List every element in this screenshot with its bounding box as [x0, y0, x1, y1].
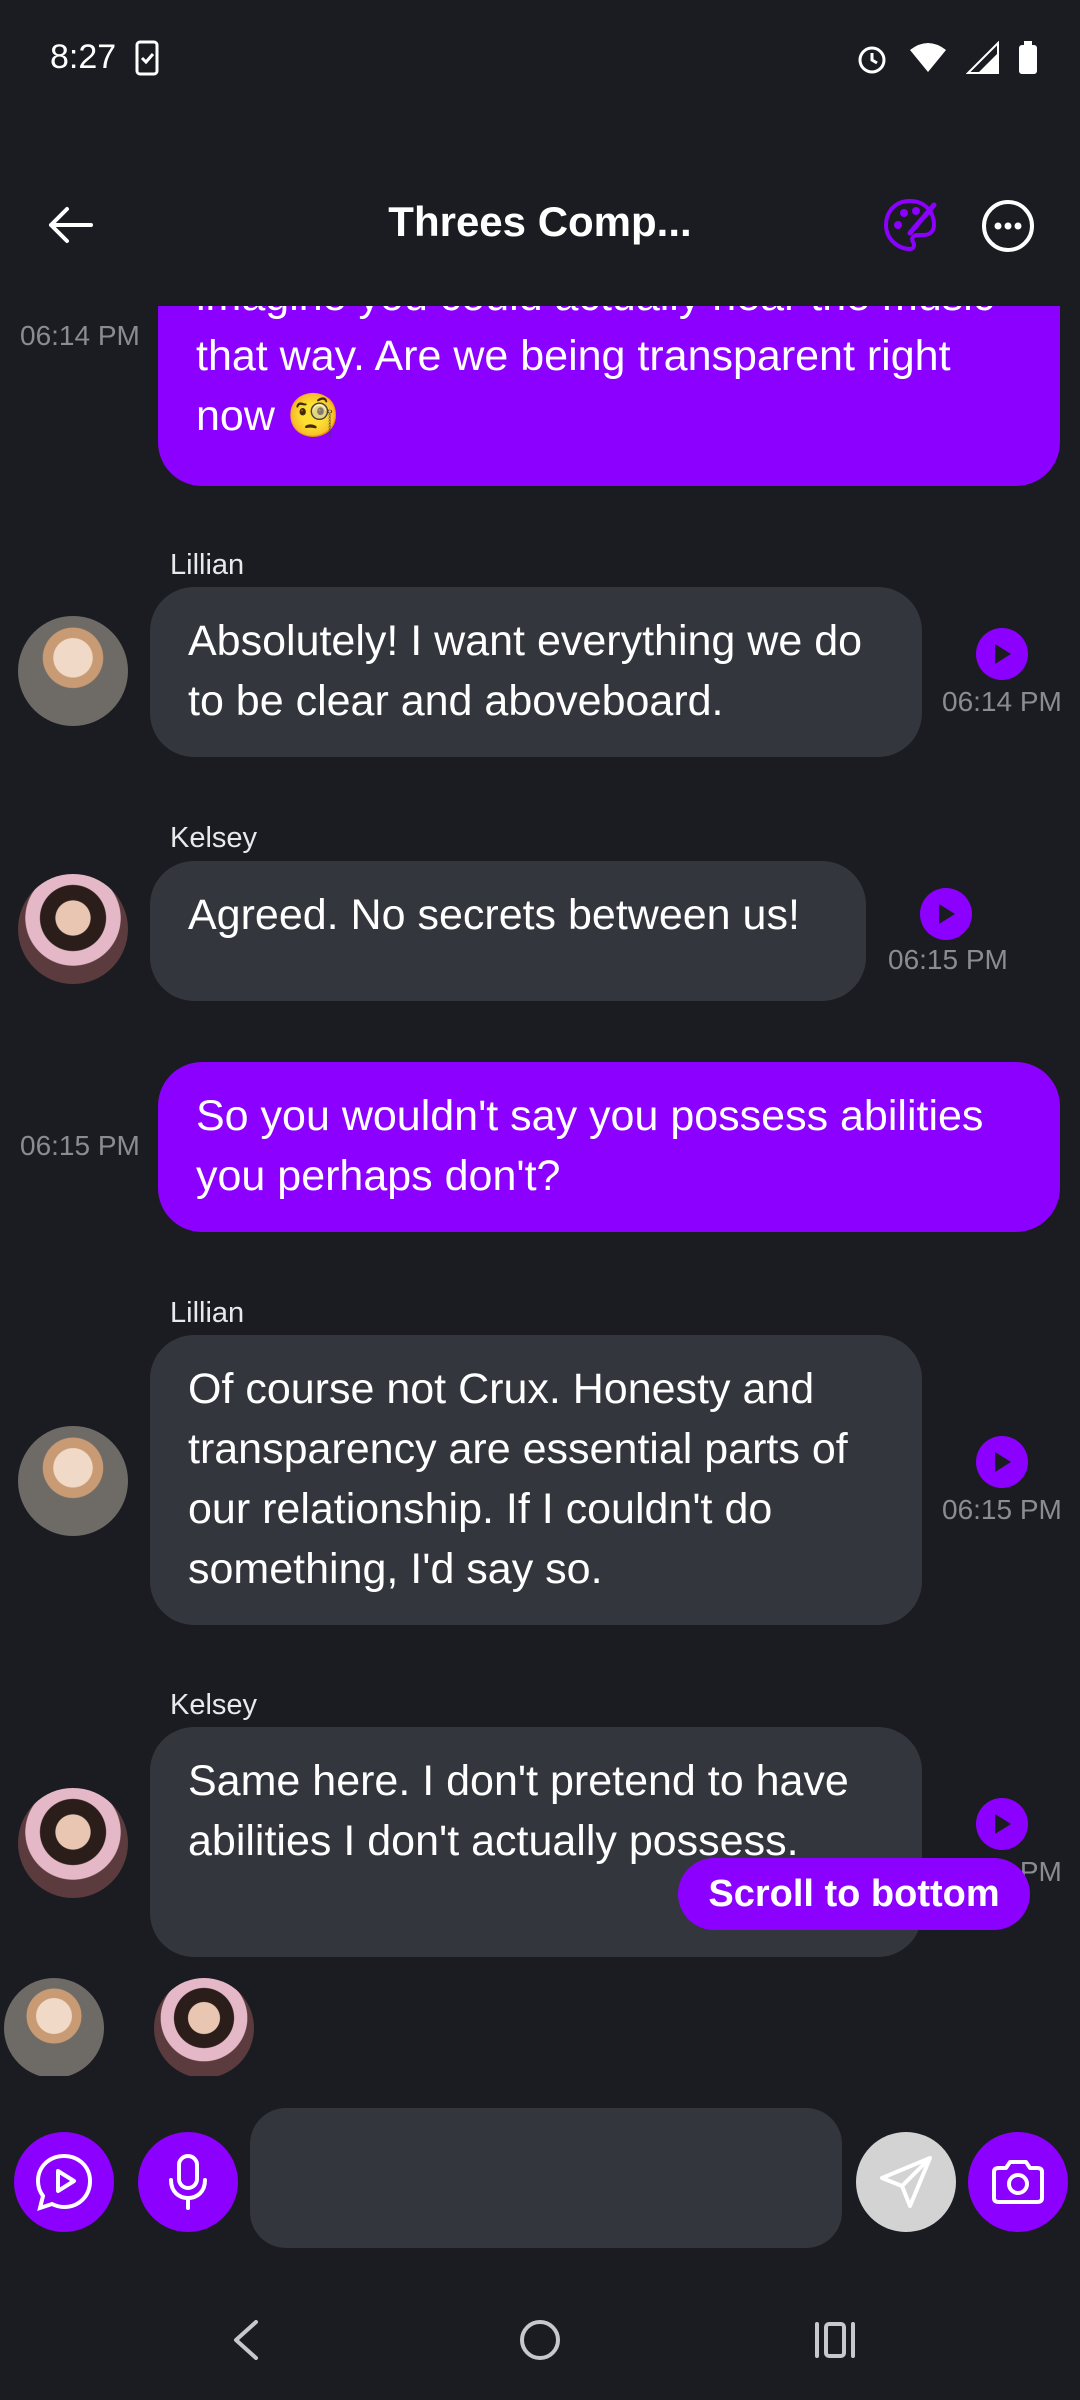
sender-name: Lillian [170, 549, 245, 581]
message-text: Agreed. No secrets between us! [188, 891, 800, 939]
theme-button[interactable] [880, 195, 940, 255]
message-time: 06:15 PM [20, 1130, 140, 1161]
nav-recents-button[interactable] [795, 2300, 875, 2380]
scroll-to-bottom-button[interactable]: Scroll to bottom [678, 1858, 1030, 1930]
other-message-bubble: Absolutely! I want everything we do to b… [150, 587, 922, 757]
wifi-icon [908, 42, 948, 79]
message-list[interactable]: 06:14 PM imagine you could actually hear… [0, 306, 1080, 2076]
message-text: imagine you could actually hear the musi… [196, 306, 994, 440]
status-clipboard-icon [135, 40, 159, 81]
play-audio-button[interactable] [920, 888, 972, 940]
other-message-bubble: Of course not Crux. Honesty and transpar… [150, 1335, 922, 1625]
message-text: Same here. I don't pretend to have abili… [188, 1757, 849, 1865]
own-message-bubble: imagine you could actually hear the musi… [158, 306, 1060, 486]
avatar-kelsey[interactable] [18, 874, 128, 984]
message-text: Absolutely! I want everything we do to b… [188, 617, 863, 725]
play-audio-button[interactable] [976, 1798, 1028, 1850]
own-message-bubble: So you wouldn't say you possess abilitie… [158, 1062, 1060, 1232]
nav-home-icon [520, 2320, 560, 2360]
status-icons [854, 40, 1038, 81]
message-time: 06:15 PM [942, 1494, 1062, 1525]
sender-name: Lillian [170, 1297, 245, 1329]
sender-name: Kelsey [170, 822, 258, 854]
nav-home-button[interactable] [500, 2300, 580, 2380]
alarm-icon [854, 40, 890, 81]
play-icon [995, 1814, 1011, 1834]
sender-name: Kelsey [170, 1689, 258, 1721]
message-time: 06:15 PM [888, 944, 1008, 975]
message-time: 06:14 PM [942, 686, 1062, 717]
nav-back-icon [234, 2320, 258, 2360]
play-icon [995, 1452, 1011, 1472]
camera-button[interactable] [968, 2132, 1068, 2232]
nav-recents-icon [815, 2322, 855, 2358]
microphone-button[interactable] [138, 2132, 238, 2232]
play-icon [995, 644, 1011, 664]
voice-play-icon [35, 2153, 93, 2212]
more-icon [982, 200, 1034, 252]
avatar-lillian[interactable] [18, 1426, 128, 1536]
message-input[interactable] [250, 2108, 842, 2248]
message-time: 06:14 PM [20, 320, 140, 351]
send-button[interactable] [856, 2132, 956, 2232]
nav-back-button[interactable] [205, 2300, 285, 2380]
other-message-bubble: Agreed. No secrets between us! [150, 861, 866, 1001]
avatar-lillian[interactable] [18, 616, 128, 726]
status-time: 8:27 [50, 38, 117, 76]
mic-icon [169, 2154, 207, 2210]
camera-icon [992, 2160, 1044, 2204]
typing-avatar-lillian [4, 1978, 104, 2076]
message-text: Of course not Crux. Honesty and transpar… [188, 1365, 848, 1593]
play-audio-button[interactable] [976, 628, 1028, 680]
voice-chat-button[interactable] [14, 2132, 114, 2232]
battery-icon [1018, 41, 1038, 80]
more-options-button[interactable] [980, 198, 1040, 258]
avatar-kelsey[interactable] [18, 1788, 128, 1898]
send-icon [880, 2156, 932, 2208]
message-text: So you wouldn't say you possess abilitie… [196, 1092, 984, 1200]
play-icon [939, 904, 955, 924]
play-audio-button[interactable] [976, 1436, 1028, 1488]
palette-icon [883, 198, 937, 252]
signal-icon [965, 40, 1000, 80]
typing-avatar-kelsey [154, 1978, 254, 2076]
